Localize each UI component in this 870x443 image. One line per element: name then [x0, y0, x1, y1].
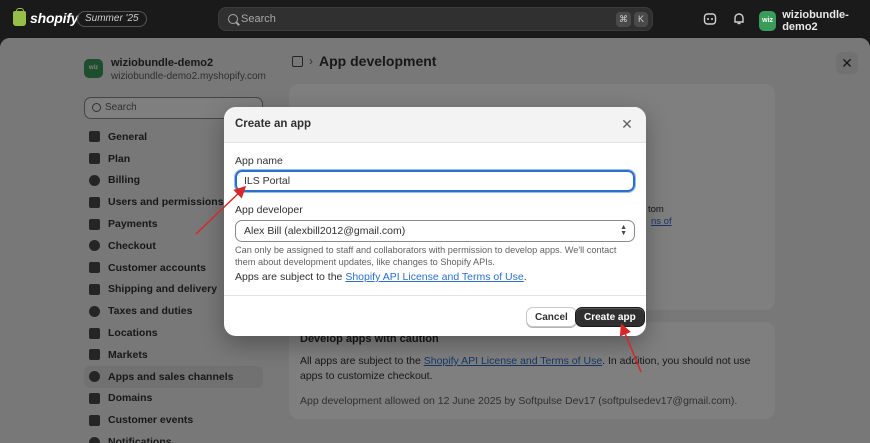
- create-app-button[interactable]: Create app: [575, 307, 645, 327]
- shopify-logo[interactable]: shopify: [13, 7, 79, 26]
- modal-footer: Cancel Create app: [224, 295, 646, 336]
- terms-link[interactable]: Shopify API License and Terms of Use: [345, 271, 523, 283]
- app-name-input[interactable]: [234, 169, 636, 193]
- app-developer-label: App developer: [235, 204, 303, 216]
- modal-title: Create an app: [235, 118, 312, 130]
- bell-icon[interactable]: [732, 12, 746, 26]
- cancel-button[interactable]: Cancel: [526, 307, 577, 327]
- search-icon: [228, 14, 238, 24]
- shortcut-cmd-key: ⌘: [616, 12, 631, 27]
- admin-topbar: shopify Summer '25 Search ⌘ K wiz wiziob…: [0, 0, 870, 38]
- app-name-label: App name: [235, 155, 283, 167]
- global-search[interactable]: Search ⌘ K: [218, 7, 653, 31]
- close-icon[interactable]: ✕: [618, 115, 636, 133]
- terms-prefix: Apps are subject to the: [235, 271, 346, 283]
- store-avatar: wiz: [759, 11, 777, 31]
- shopify-bag-icon: [13, 7, 26, 26]
- create-app-modal: Create an app ✕ App name App developer A…: [224, 107, 646, 336]
- edition-badge[interactable]: Summer '25: [77, 11, 147, 27]
- modal-header: Create an app ✕: [224, 107, 646, 143]
- shortcut-k-key: K: [634, 12, 648, 27]
- app-developer-select[interactable]: Alex Bill (alexbill2012@gmail.com) ▲ ▼: [235, 220, 635, 242]
- search-placeholder: Search: [241, 13, 276, 25]
- app-developer-value: Alex Bill (alexbill2012@gmail.com): [244, 225, 406, 237]
- select-chevron-icon: ▲ ▼: [620, 224, 627, 237]
- store-name: wiziobundle-demo2: [782, 9, 849, 33]
- terms-notice: Apps are subject to the Shopify API Lice…: [235, 271, 527, 283]
- terms-suffix: .: [523, 271, 527, 283]
- brand-name: shopify: [30, 10, 79, 26]
- sidekick-icon[interactable]: [703, 12, 717, 26]
- store-menu[interactable]: wiz wiziobundle-demo2: [759, 9, 870, 33]
- developer-help-text: Can only be assigned to staff and collab…: [235, 245, 617, 267]
